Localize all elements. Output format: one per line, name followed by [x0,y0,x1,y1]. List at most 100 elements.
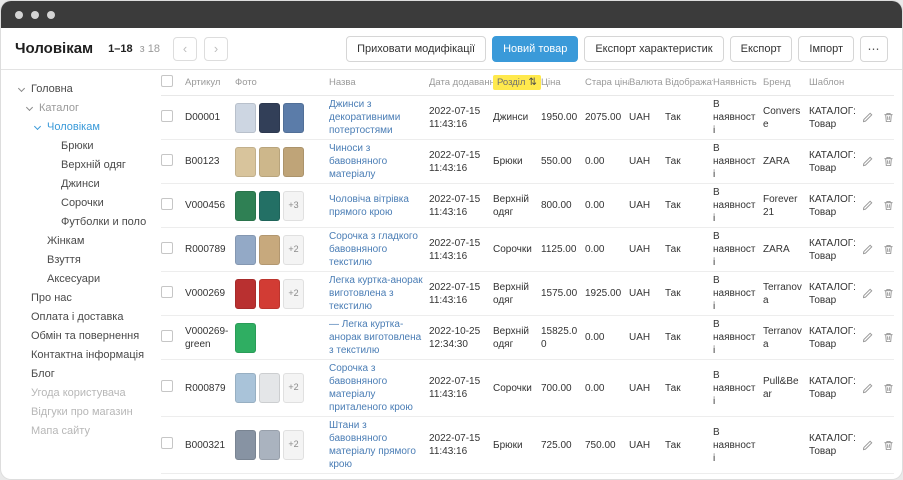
column-header-display[interactable]: Відображати [665,77,713,88]
column-header-section[interactable]: Розділ⇅ [493,75,541,90]
product-thumbnail[interactable] [259,373,280,403]
select-all-checkbox[interactable] [161,75,173,87]
sidebar-item[interactable]: Сорочки [1,194,153,213]
delete-icon[interactable] [882,331,895,344]
column-header-stock[interactable]: Наявність [713,77,763,88]
delete-icon[interactable] [882,382,895,395]
product-name-link[interactable]: Легка куртка-анорак виготовлена з тексти… [329,275,423,312]
product-thumbnail[interactable] [259,279,280,309]
row-checkbox[interactable] [161,330,173,342]
more-photos-badge[interactable]: +2 [283,279,304,309]
delete-icon[interactable] [882,287,895,300]
header-button-more[interactable]: ⋯ [860,36,888,62]
sidebar-item[interactable]: Головна [1,80,153,99]
more-photos-badge[interactable]: +3 [283,191,304,221]
product-name-link[interactable]: — Легка куртка-анорак виготовлена з текс… [329,319,421,356]
edit-icon[interactable] [863,111,874,124]
delete-icon[interactable] [882,439,895,452]
sidebar-item[interactable]: Верхній одяг [1,156,153,175]
column-header-sku[interactable]: Артикул [185,77,235,88]
product-thumbnail[interactable] [235,191,256,221]
row-checkbox[interactable] [161,242,173,254]
edit-icon[interactable] [863,287,874,300]
next-page-button[interactable]: › [204,37,228,61]
window-control-maximize[interactable] [47,11,55,19]
edit-icon[interactable] [863,382,874,395]
header-button-export[interactable]: Експорт [730,36,793,62]
row-checkbox[interactable] [161,198,173,210]
sidebar-item[interactable]: Чоловікам [1,118,153,137]
sidebar-item[interactable]: Про нас [1,289,153,308]
product-name-link[interactable]: Джинси з декоративними потертостями [329,99,400,136]
row-checkbox[interactable] [161,380,173,392]
product-name-link[interactable]: Штани з бавовняного матеріалу прямого кр… [329,420,416,470]
edit-icon[interactable] [863,331,874,344]
sidebar-item[interactable]: Аксесуари [1,270,153,289]
product-thumbnail[interactable] [235,235,256,265]
column-header-date[interactable]: Дата додавання [429,77,493,88]
sidebar-item[interactable]: Мапа сайту [1,422,153,441]
sidebar-item[interactable]: Блог [1,365,153,384]
edit-icon[interactable] [863,155,874,168]
sidebar-item[interactable]: Відгуки про магазин [1,403,153,422]
sidebar-item[interactable]: Контактна інформація [1,346,153,365]
edit-icon[interactable] [863,199,874,212]
sidebar-item[interactable]: Обмін та повернення [1,327,153,346]
product-thumbnail[interactable] [235,373,256,403]
delete-icon[interactable] [882,243,895,256]
chevron-down-icon[interactable] [34,123,41,130]
sidebar-item[interactable]: Футболки и поло [1,213,153,232]
product-thumbnail[interactable] [235,147,256,177]
product-thumbnail[interactable] [235,323,256,353]
row-checkbox[interactable] [161,154,173,166]
prev-page-button[interactable]: ‹ [173,37,197,61]
product-thumbnail[interactable] [259,147,280,177]
sidebar-item[interactable]: Джинси [1,175,153,194]
column-header-template[interactable]: Шаблон [809,77,863,88]
row-checkbox[interactable] [161,110,173,122]
sidebar-item[interactable]: Каталог [1,99,153,118]
product-name-link[interactable]: Чиноси з бавовняного матеріалу [329,143,387,180]
delete-icon[interactable] [882,155,895,168]
column-header-price[interactable]: Ціна [541,77,585,88]
product-thumbnail[interactable] [283,147,304,177]
header-button-hide-modifications[interactable]: Приховати модифікації [346,36,486,62]
delete-icon[interactable] [882,111,895,124]
product-thumbnail[interactable] [259,191,280,221]
product-thumbnail[interactable] [235,103,256,133]
window-control-minimize[interactable] [31,11,39,19]
sort-icon[interactable]: ⇅ [528,77,536,88]
edit-icon[interactable] [863,243,874,256]
product-name-link[interactable]: Чоловіча вітрівка прямого крою [329,194,409,218]
sidebar-item[interactable]: Оплата і доставка [1,308,153,327]
row-checkbox[interactable] [161,286,173,298]
window-control-close[interactable] [15,11,23,19]
column-header-brand[interactable]: Бренд [763,77,809,88]
product-thumbnail[interactable] [259,235,280,265]
chevron-down-icon[interactable] [18,85,25,92]
product-thumbnail[interactable] [235,430,256,460]
header-button-new-product[interactable]: Новий товар [492,36,578,62]
more-photos-badge[interactable]: +2 [283,430,304,460]
more-photos-badge[interactable]: +2 [283,373,304,403]
product-name-link[interactable]: Сорочка з бавовняного матеріалу притален… [329,363,413,413]
product-thumbnail[interactable] [235,279,256,309]
column-header-currency[interactable]: Валюта [629,77,665,88]
product-thumbnail[interactable] [283,103,304,133]
sidebar-item[interactable]: Брюки [1,137,153,156]
sidebar-item[interactable]: Жінкам [1,232,153,251]
chevron-down-icon[interactable] [26,104,33,111]
more-photos-badge[interactable]: +2 [283,235,304,265]
header-button-export-attributes[interactable]: Експорт характеристик [584,36,723,62]
column-header-old_price[interactable]: Стара ціна [585,77,629,88]
product-thumbnail[interactable] [259,430,280,460]
column-header-photo[interactable]: Фото [235,77,329,88]
column-header-name[interactable]: Назва [329,77,429,88]
row-checkbox[interactable] [161,437,173,449]
product-name-link[interactable]: Сорочка з гладкого бавовняного текстилю [329,231,418,268]
product-thumbnail[interactable] [259,103,280,133]
delete-icon[interactable] [882,199,895,212]
header-button-import[interactable]: Імпорт [798,36,854,62]
edit-icon[interactable] [863,439,874,452]
sidebar-item[interactable]: Взуття [1,251,153,270]
